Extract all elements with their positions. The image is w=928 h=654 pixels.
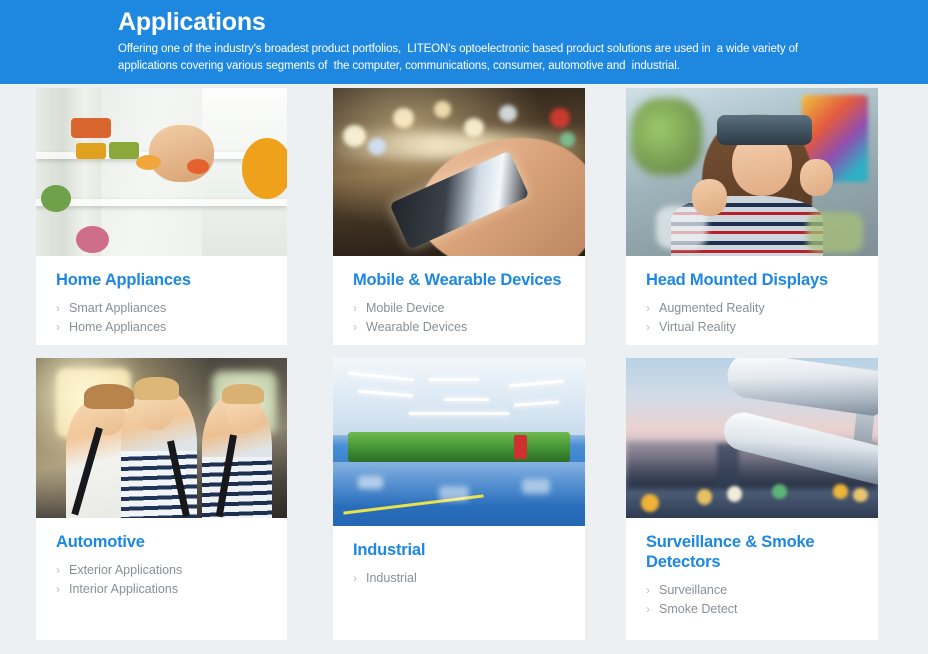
list-item-label: Interior Applications <box>69 582 179 596</box>
page-title: Applications <box>118 8 266 36</box>
page-subtitle: Offering one of the industry's broadest … <box>118 43 802 72</box>
cards-row-2: Automotive › Exterior Applications › Int… <box>0 358 928 654</box>
mobile-wearable-photo[interactable] <box>333 88 585 256</box>
list-item-label: Home Appliances <box>69 320 167 334</box>
card-body: Mobile & Wearable Devices › Mobile Devic… <box>333 256 585 347</box>
chevron-right-icon: › <box>56 582 60 596</box>
card-link-list: › Surveillance › Smoke Detect <box>646 581 858 619</box>
card-body: Surveillance & Smoke Detectors › Surveil… <box>626 518 878 629</box>
chevron-right-icon: › <box>56 320 60 334</box>
card-title: Home Appliances <box>56 271 191 289</box>
list-item[interactable]: › Virtual Reality <box>646 318 858 337</box>
list-item-label: Industrial <box>366 571 417 585</box>
application-cards-grid: Home Appliances › Smart Appliances › Hom… <box>0 88 928 654</box>
card-surveillance-smoke-detectors[interactable]: Surveillance & Smoke Detectors › Surveil… <box>626 358 878 640</box>
list-item[interactable]: › Interior Applications <box>56 580 267 599</box>
list-item-label: Virtual Reality <box>659 320 736 334</box>
chevron-right-icon: › <box>646 301 650 315</box>
chevron-right-icon: › <box>353 320 357 334</box>
home-appliances-photo[interactable] <box>36 88 287 256</box>
list-item-label: Smart Appliances <box>69 301 167 315</box>
automotive-photo[interactable] <box>36 358 287 518</box>
card-head-mounted-displays[interactable]: Head Mounted Displays › Augmented Realit… <box>626 88 878 345</box>
card-automotive[interactable]: Automotive › Exterior Applications › Int… <box>36 358 287 640</box>
card-body: Head Mounted Displays › Augmented Realit… <box>626 256 878 347</box>
list-item[interactable]: › Mobile Device <box>353 299 565 318</box>
list-item[interactable]: › Surveillance <box>646 581 858 600</box>
page-hero-banner: Applications Offering one of the industr… <box>0 0 928 84</box>
list-item-label: Smoke Detect <box>659 602 738 616</box>
chevron-right-icon: › <box>646 583 650 597</box>
list-item-label: Surveillance <box>659 583 728 597</box>
card-mobile-wearable-devices[interactable]: Mobile & Wearable Devices › Mobile Devic… <box>333 88 585 345</box>
card-link-list: › Mobile Device › Wearable Devices <box>353 299 565 337</box>
list-item-label: Augmented Reality <box>659 301 765 315</box>
card-title: Automotive <box>56 533 145 551</box>
list-item[interactable]: › Smart Appliances <box>56 299 267 318</box>
card-title: Surveillance & Smoke Detectors <box>646 533 815 571</box>
applications-page: Applications Offering one of the industr… <box>0 0 928 654</box>
chevron-right-icon: › <box>56 563 60 577</box>
list-item[interactable]: › Home Appliances <box>56 318 267 337</box>
list-item-label: Wearable Devices <box>366 320 468 334</box>
card-link-list: › Industrial <box>353 569 565 588</box>
list-item[interactable]: › Smoke Detect <box>646 600 858 619</box>
cards-row-1: Home Appliances › Smart Appliances › Hom… <box>0 88 928 358</box>
list-item-label: Exterior Applications <box>69 563 183 577</box>
chevron-right-icon: › <box>353 571 357 585</box>
list-item[interactable]: › Industrial <box>353 569 565 588</box>
card-title: Head Mounted Displays <box>646 271 828 289</box>
card-title: Mobile & Wearable Devices <box>353 271 562 289</box>
card-home-appliances[interactable]: Home Appliances › Smart Appliances › Hom… <box>36 88 287 345</box>
card-link-list: › Exterior Applications › Interior Appli… <box>56 561 267 599</box>
card-body: Home Appliances › Smart Appliances › Hom… <box>36 256 287 347</box>
list-item-label: Mobile Device <box>366 301 445 315</box>
list-item[interactable]: › Wearable Devices <box>353 318 565 337</box>
chevron-right-icon: › <box>646 320 650 334</box>
list-item[interactable]: › Exterior Applications <box>56 561 267 580</box>
card-link-list: › Smart Appliances › Home Appliances <box>56 299 267 337</box>
card-industrial[interactable]: Industrial › Industrial <box>333 358 585 640</box>
chevron-right-icon: › <box>646 602 650 616</box>
hero-text-block: Applications Offering one of the industr… <box>118 6 818 75</box>
industrial-photo[interactable] <box>333 358 585 526</box>
surveillance-smoke-detectors-photo[interactable] <box>626 358 878 518</box>
card-body: Automotive › Exterior Applications › Int… <box>36 518 287 609</box>
card-title: Industrial <box>353 541 426 559</box>
card-body: Industrial › Industrial <box>333 526 585 598</box>
chevron-right-icon: › <box>56 301 60 315</box>
list-item[interactable]: › Augmented Reality <box>646 299 858 318</box>
card-link-list: › Augmented Reality › Virtual Reality <box>646 299 858 337</box>
chevron-right-icon: › <box>353 301 357 315</box>
head-mounted-displays-photo[interactable] <box>626 88 878 256</box>
